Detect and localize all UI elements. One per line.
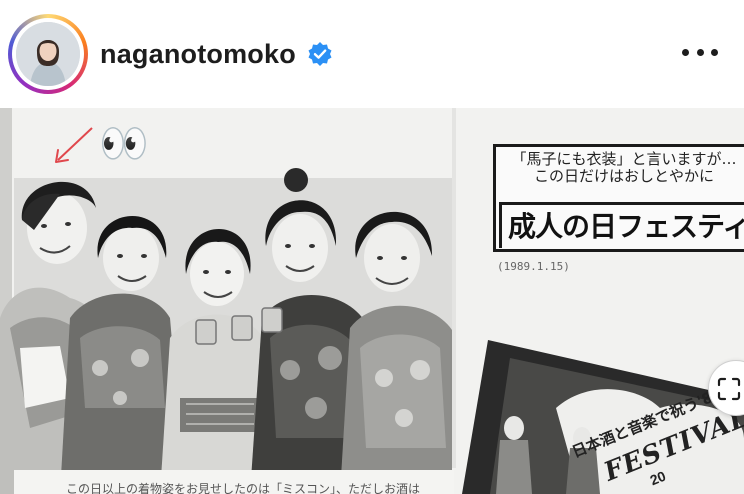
scan-icon (717, 377, 741, 401)
magazine-bottom-text: この日以上の着物姿をお見せしたのは「ミスコン」、ただしお酒は (66, 482, 421, 494)
caption-main-title: 成人の日フェスティバル (508, 210, 744, 243)
dot (711, 48, 718, 56)
dot (696, 48, 704, 56)
verified-badge-icon (308, 42, 332, 66)
caption-main-frame: 成人の日フェスティバル (499, 202, 744, 248)
caption-subtitle: 「馬子にも衣装」と言いますが… この日だけはおしとやかに (504, 151, 744, 185)
magazine-headline-box: 「馬子にも衣装」と言いますが… この日だけはおしとやかに 成人の日フェスティバル (493, 144, 744, 252)
eyes-emoji: 👀 (99, 122, 149, 166)
avatar[interactable] (16, 22, 80, 86)
dot (682, 48, 689, 56)
post-header: naganotomoko (0, 0, 744, 108)
avatar-image (16, 22, 80, 86)
photo-date: (1989.1.15) (497, 260, 570, 273)
avatar-story-ring[interactable] (8, 14, 88, 94)
caption-subtitle-line2: この日だけはおしとやかに (533, 167, 714, 185)
post-photo[interactable]: 👀 「馬子にも衣装」と言いますが… この日だけはおしとやかに 成人の日フェスティ… (0, 108, 744, 494)
more-horizontal-icon[interactable] (682, 40, 718, 64)
caption-subtitle-line1: 「馬子にも衣装」と言いますが… (511, 150, 737, 168)
username[interactable]: naganotomoko (100, 38, 296, 70)
